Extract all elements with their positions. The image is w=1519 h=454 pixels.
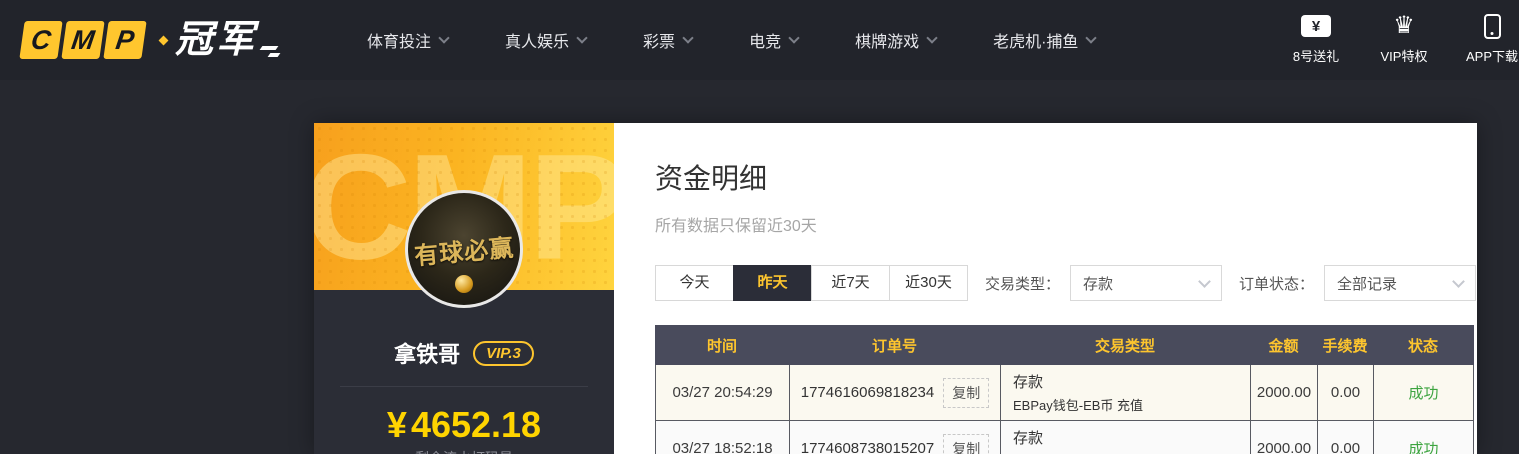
filter-label: 交易类型：: [985, 273, 1060, 294]
col-header-status: 状态: [1373, 335, 1473, 356]
transaction-type-select[interactable]: 存款: [1070, 265, 1222, 301]
profile-sidebar: CMP 有球必赢 拿铁哥 VIP.3 ¥4652.18 剩余流水打码量: [314, 123, 614, 454]
transaction-type-filter: 交易类型： 存款: [985, 265, 1222, 301]
col-header-order: 订单号: [789, 335, 1000, 356]
quick-link-label: VIP特权: [1381, 46, 1428, 65]
sidebar-divider: [340, 386, 588, 387]
nav-item-live-casino[interactable]: 真人娱乐: [505, 28, 586, 52]
tab-yesterday[interactable]: 昨天: [733, 265, 812, 301]
col-header-time: 时间: [655, 335, 789, 356]
filter-label: 订单状态：: [1239, 273, 1314, 294]
logo-letter-c: C: [19, 21, 62, 59]
golden-ball-icon: [455, 275, 473, 293]
chevron-down-icon: [926, 32, 937, 43]
avatar: 有球必赢: [405, 190, 523, 308]
table-row: 03/27 18:52:18 1774608738015207 复制 存款 EB…: [655, 421, 1474, 454]
type-name: 存款: [1013, 427, 1043, 448]
date-range-tabs: 今天 昨天 近7天 近30天: [655, 265, 968, 301]
cell-amount: 2000.00: [1251, 365, 1318, 420]
primary-nav: 体育投注 真人娱乐 彩票 电竞 棋牌游戏 老虎机·捕鱼: [367, 28, 1152, 52]
nav-item-label: 老虎机·捕鱼: [993, 28, 1078, 52]
order-id: 1774616069818234: [801, 384, 934, 401]
select-value: 全部记录: [1337, 273, 1397, 294]
nav-item-esports[interactable]: 电竞: [749, 28, 798, 52]
nav-item-board-games[interactable]: 棋牌游戏: [855, 28, 936, 52]
chevron-down-icon: [438, 32, 449, 43]
cell-type: 存款 EBPay钱包-EB币 充值: [1001, 365, 1251, 420]
table-row: 03/27 20:54:29 1774616069818234 复制 存款 EB…: [655, 365, 1474, 421]
crown-icon: ♛: [1393, 14, 1415, 38]
cell-order: 1774608738015207 复制: [790, 421, 1001, 454]
logo-letter-m: M: [61, 21, 104, 59]
cell-fee: 0.00: [1318, 365, 1374, 420]
nav-item-slots-fishing[interactable]: 老虎机·捕鱼: [993, 28, 1095, 52]
status-badge: 成功: [1374, 421, 1474, 454]
funds-table: 时间 订单号 交易类型 金额 手续费 状态 03/27 20:54:29 177…: [655, 325, 1474, 454]
cell-type: 存款 EBPay钱包-EB币 充值: [1001, 421, 1251, 454]
order-status-select[interactable]: 全部记录: [1324, 265, 1476, 301]
copy-button[interactable]: 复制: [943, 434, 989, 454]
quick-link-vip[interactable]: ♛ VIP特权: [1373, 13, 1435, 65]
nav-item-label: 彩票: [643, 28, 675, 52]
tab-last-7-days[interactable]: 近7天: [811, 265, 890, 301]
nav-item-label: 真人娱乐: [505, 28, 569, 52]
logo-wordmark: 冠军: [175, 21, 257, 59]
cell-time: 03/27 18:52:18: [656, 421, 790, 454]
filter-row: 今天 昨天 近7天 近30天 交易类型： 存款 订单状态： 全部记录: [655, 265, 1477, 301]
type-detail: EBPay钱包-EB币 充值: [1013, 395, 1143, 414]
logo-swoosh-icon: [261, 46, 279, 57]
content-area: CMP 有球必赢 拿铁哥 VIP.3 ¥4652.18 剩余流水打码量 资金明细…: [314, 123, 1477, 454]
currency-symbol: ¥: [387, 404, 407, 445]
balance-amount: 4652.18: [411, 404, 541, 445]
tab-last-30-days[interactable]: 近30天: [889, 265, 968, 301]
status-badge: 成功: [1374, 365, 1474, 420]
chevron-down-icon: [1452, 275, 1465, 288]
gift-voucher-icon: [1301, 15, 1331, 37]
col-header-fee: 手续费: [1317, 335, 1373, 356]
avatar-calligraphy: 有球必赢: [413, 227, 516, 271]
chevron-down-icon: [576, 32, 587, 43]
order-status-filter: 订单状态： 全部记录: [1239, 265, 1476, 301]
sidebar-hint-text: 剩余流水打码量: [314, 448, 614, 454]
nav-item-label: 电竞: [749, 28, 781, 52]
phone-icon: [1484, 14, 1501, 39]
type-name: 存款: [1013, 371, 1043, 392]
user-row: 拿铁哥 VIP.3: [314, 337, 614, 369]
cell-order: 1774616069818234 复制: [790, 365, 1001, 420]
wallet-balance: ¥4652.18: [314, 404, 614, 446]
logo-dot-icon: [159, 35, 169, 45]
table-header: 时间 订单号 交易类型 金额 手续费 状态: [655, 325, 1474, 365]
brand-logo[interactable]: C M P 冠军: [22, 21, 279, 59]
nav-item-label: 体育投注: [367, 28, 431, 52]
col-header-type: 交易类型: [1000, 335, 1250, 356]
tab-today[interactable]: 今天: [655, 265, 734, 301]
cell-amount: 2000.00: [1251, 421, 1318, 454]
top-nav-bar: C M P 冠军 体育投注 真人娱乐 彩票 电竞 棋牌游戏 老虎机·捕鱼: [0, 0, 1519, 80]
chevron-down-icon: [788, 32, 799, 43]
quick-link-label: 8号送礼: [1293, 46, 1339, 65]
chevron-down-icon: [1198, 275, 1211, 288]
logo-letter-p: P: [103, 21, 146, 59]
col-header-amount: 金额: [1250, 335, 1317, 356]
username: 拿铁哥: [394, 337, 460, 369]
funds-detail-panel: 资金明细 所有数据只保留近30天 今天 昨天 近7天 近30天 交易类型： 存款…: [614, 123, 1477, 454]
page-subtitle: 所有数据只保留近30天: [655, 212, 1477, 236]
quick-link-label: APP下载: [1466, 46, 1518, 65]
nav-item-sports[interactable]: 体育投注: [367, 28, 448, 52]
cell-time: 03/27 20:54:29: [656, 365, 790, 420]
cell-fee: 0.00: [1318, 421, 1374, 454]
chevron-down-icon: [682, 32, 693, 43]
page-title: 资金明细: [655, 157, 1477, 197]
order-id: 1774608738015207: [801, 440, 934, 454]
chevron-down-icon: [1086, 32, 1097, 43]
header-quick-links: 8号送礼 ♛ VIP特权 APP下载: [1285, 13, 1519, 65]
nav-item-lottery[interactable]: 彩票: [643, 28, 692, 52]
select-value: 存款: [1083, 273, 1113, 294]
quick-link-app-download[interactable]: APP下载: [1461, 13, 1519, 65]
copy-button[interactable]: 复制: [943, 378, 989, 408]
quick-link-gift[interactable]: 8号送礼: [1285, 13, 1347, 65]
nav-item-label: 棋牌游戏: [855, 28, 919, 52]
vip-level-badge: VIP.3: [473, 341, 534, 366]
